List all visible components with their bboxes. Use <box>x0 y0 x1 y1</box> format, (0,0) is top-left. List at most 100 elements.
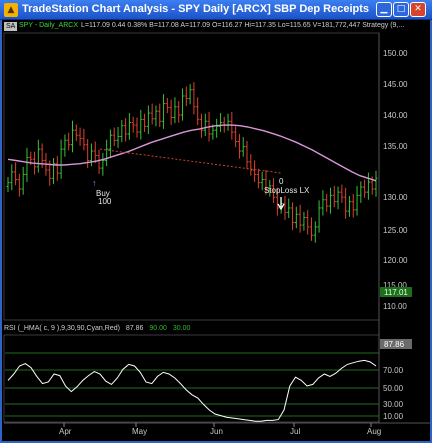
rsi-current-label: 87.86 <box>384 340 405 349</box>
price-bar <box>249 154 253 176</box>
price-bar <box>203 113 207 136</box>
stop-qty: 0 <box>279 177 284 186</box>
price-bar <box>97 149 101 174</box>
price-bar <box>309 217 314 241</box>
price-bar <box>344 187 348 219</box>
time-label-apr: Apr <box>59 427 72 436</box>
price-tick-110: 110.00 <box>383 302 407 311</box>
chart-area[interactable]: SA SPY - Daily_ARCX L=117.09 0.44 0.38% … <box>2 20 430 441</box>
buy-qty: 100 <box>98 197 112 206</box>
price-bar <box>146 105 150 134</box>
price-bar <box>347 195 352 217</box>
rsi-current: 87.86 <box>125 325 144 332</box>
price-panel-frame <box>3 32 380 321</box>
price-bar <box>120 120 124 143</box>
moving-average-layer <box>7 124 377 182</box>
price-bar <box>59 139 63 179</box>
close-icon[interactable]: ✕ <box>410 2 426 17</box>
chart-window: ▲ TradeStation Chart Analysis - SPY Dail… <box>0 0 432 443</box>
price-bar <box>131 116 135 133</box>
price-bar <box>321 190 325 216</box>
title-bar[interactable]: ▲ TradeStation Chart Analysis - SPY Dail… <box>0 0 432 20</box>
price-bar <box>108 129 113 157</box>
price-bar <box>363 179 367 198</box>
price-bar <box>177 101 181 123</box>
price-bar <box>226 113 230 131</box>
price-bar <box>116 127 120 148</box>
time-label-may: May <box>132 427 147 436</box>
price-bar <box>252 160 257 183</box>
price-bar <box>283 195 287 220</box>
price-bar <box>70 120 75 153</box>
rsi-tick-70: 70.00 <box>383 366 404 375</box>
price-bar <box>340 184 344 203</box>
time-label-jul: Jul <box>290 427 300 436</box>
price-bar <box>67 132 71 151</box>
price-bar <box>374 170 378 197</box>
price-bar <box>135 117 139 138</box>
price-bar <box>17 173 21 197</box>
price-tick-135: 135.00 <box>383 142 408 151</box>
rsi-overbought: 90.00 <box>149 325 167 332</box>
maximize-icon[interactable]: □ <box>393 2 409 17</box>
price-bar <box>290 202 295 231</box>
minimize-icon[interactable]: ▁ <box>376 2 392 17</box>
price-bar <box>351 194 355 218</box>
price-bar <box>317 200 321 233</box>
price-bar <box>234 126 238 148</box>
price-bar <box>78 127 82 146</box>
price-bar <box>359 181 363 203</box>
price-bar <box>127 113 132 140</box>
price-tick-130: 130.00 <box>383 193 408 202</box>
price-bar <box>82 128 86 151</box>
price-bar <box>306 209 310 235</box>
price-bar <box>10 164 14 191</box>
price-bar <box>55 156 59 181</box>
price-bar <box>256 168 260 189</box>
stop-label: StopLoss LX <box>264 186 310 195</box>
price-tick-150: 150.00 <box>383 49 408 58</box>
price-bar <box>161 94 166 129</box>
price-bar <box>218 113 223 133</box>
price-bar <box>287 198 291 219</box>
price-bar <box>158 103 162 128</box>
price-bar <box>199 113 204 138</box>
rsi-panel-frame <box>3 334 380 423</box>
price-bar <box>355 185 359 216</box>
price-bars <box>6 82 378 243</box>
price-bar <box>169 99 173 126</box>
price-bar <box>332 185 336 208</box>
price-bar <box>302 211 306 231</box>
price-chart-svg[interactable]: 150.00 145.00 140.00 135.00 130.00 125.0… <box>2 20 430 441</box>
rsi-tick-30: 30.00 <box>383 400 404 409</box>
price-bar <box>325 194 329 212</box>
price-bar <box>298 204 302 233</box>
price-bar <box>74 124 78 141</box>
price-bar <box>89 143 94 167</box>
price-bar <box>215 118 219 138</box>
last-price-label: 117.01 <box>384 288 408 297</box>
rsi-name: RSI (_HMA( c, 9 ),9,30,90,Cyan,Red) <box>4 325 120 332</box>
rsi-header: RSI (_HMA( c, 9 ),9,30,90,Cyan,Red) 87.8… <box>4 324 190 334</box>
price-bar <box>173 97 177 124</box>
price-bar <box>63 134 67 157</box>
price-bar <box>112 127 116 146</box>
price-bar <box>139 109 143 140</box>
time-axis: Apr May Jun Jul Aug <box>59 423 381 436</box>
price-bar <box>150 103 154 125</box>
rsi-tick-10: 10.00 <box>383 412 404 421</box>
time-label-aug: Aug <box>367 427 381 436</box>
price-bar <box>142 113 147 133</box>
price-bar <box>165 97 169 114</box>
price-bar <box>184 86 188 107</box>
price-bar <box>245 140 249 170</box>
price-bar <box>51 157 56 184</box>
price-bar <box>93 141 97 164</box>
price-bar <box>25 147 29 183</box>
price-axis: 150.00 145.00 140.00 135.00 130.00 125.0… <box>380 49 412 311</box>
buy-arrow-icon: ↑ <box>92 178 97 188</box>
price-bar <box>101 152 105 176</box>
moving-average-line <box>7 124 377 182</box>
price-bar <box>328 187 333 214</box>
tradestation-logo-icon: ▲ <box>4 3 18 17</box>
